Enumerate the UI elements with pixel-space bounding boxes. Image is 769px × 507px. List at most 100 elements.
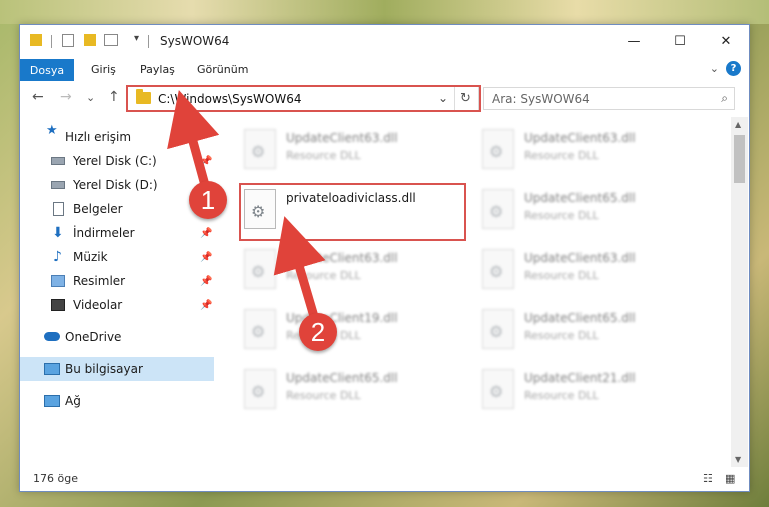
star-icon: ★ [46,123,58,138]
dropdown-icon[interactable]: ▾ [134,33,139,44]
file-item[interactable]: UpdateClient21.dll Resource DLL [475,365,705,415]
close-button[interactable]: ✕ [703,25,749,57]
new-folder-icon[interactable] [84,34,96,46]
nav-item-videos[interactable]: Videolar 📌 [20,293,214,317]
video-icon [51,299,65,311]
file-name: UpdateClient63.dll [286,251,398,265]
nav-item-label: Yerel Disk (C:) [73,154,157,168]
pin-icon: 📌 [200,299,213,311]
nav-item-this-pc[interactable]: Bu bilgisayar [20,357,214,381]
file-list: UpdateClient63.dll Resource DLL privatel… [225,117,730,467]
help-icon[interactable]: ? [726,61,741,76]
nav-item-label: Ağ [65,394,81,408]
file-name: UpdateClient63.dll [524,251,636,265]
ribbon-tabs: Dosya Giriş Paylaş Görünüm ⌄ ? [20,59,749,81]
recent-locations-button[interactable]: ⌄ [86,91,95,104]
nav-item-quick-access[interactable]: ★ Hızlı erişim [20,123,214,149]
file-name: UpdateClient63.dll [286,131,398,145]
tab-file[interactable]: Dosya [20,59,74,81]
vertical-scrollbar[interactable]: ▲ ▼ [731,117,748,467]
status-bar: 176 öge ☷ ▦ [20,467,749,491]
file-type: Resource DLL [524,389,599,402]
file-name: UpdateClient65.dll [524,191,636,205]
customize-toolbar-icon[interactable] [104,34,118,46]
dll-file-icon [482,309,514,349]
dll-file-icon [482,129,514,169]
file-name: UpdateClient65.dll [286,371,398,385]
file-item[interactable]: UpdateClient19.dll Resource DLL [237,305,467,355]
picture-icon [51,275,65,287]
dll-file-icon [482,369,514,409]
file-item[interactable]: UpdateClient63.dll Resource DLL [237,125,467,175]
step-1-badge: 1 [189,181,227,219]
file-item[interactable]: UpdateClient65.dll Resource DLL [237,365,467,415]
nav-item-pictures[interactable]: Resimler 📌 [20,269,214,293]
back-button[interactable]: ← [32,89,44,105]
tab-view[interactable]: Görünüm [197,63,248,76]
annotation-highlight-address [126,85,481,112]
dll-file-icon [244,369,276,409]
nav-item-label: Videolar [73,298,123,312]
pin-icon: 📌 [200,155,213,167]
nav-item-documents[interactable]: Belgeler 📌 [20,197,214,221]
file-item[interactable]: UpdateClient65.dll Resource DLL [475,185,705,235]
maximize-button[interactable]: ☐ [657,25,703,57]
nav-item-label: Belgeler [73,202,123,216]
forward-button[interactable]: → [60,89,72,105]
large-icons-view-icon[interactable]: ▦ [725,472,735,485]
ribbon-expand-icon[interactable]: ⌄ [710,62,719,75]
tab-home[interactable]: Giriş [91,63,116,76]
nav-item-drive-c[interactable]: Yerel Disk (C:) 📌 [20,149,214,173]
nav-item-drive-d[interactable]: Yerel Disk (D:) [20,173,214,197]
network-icon [44,395,60,407]
window-title: SysWOW64 [160,34,230,48]
drive-icon [51,157,65,165]
nav-item-onedrive[interactable]: OneDrive [20,325,214,349]
dll-file-icon [482,189,514,229]
file-item[interactable]: UpdateClient63.dll Resource DLL [475,125,705,175]
file-type: Resource DLL [286,389,361,402]
annotation-highlight-file [239,183,466,241]
up-button[interactable]: ↑ [108,89,120,105]
computer-icon [44,363,60,375]
scrollbar-thumb[interactable] [734,135,745,183]
details-view-icon[interactable]: ☷ [703,472,713,485]
nav-item-network[interactable]: Ağ [20,389,214,413]
pin-icon: 📌 [200,251,213,263]
pin-icon: 📌 [200,275,213,287]
dll-file-icon [244,249,276,289]
search-icon[interactable]: ⌕ [721,91,728,106]
file-name: UpdateClient63.dll [524,131,636,145]
address-row: ← → ⌄ ↑ C:\Windows\SysWOW64 ⌄ ↻ Ara: Sys… [20,81,749,117]
search-input[interactable]: Ara: SysWOW64 ⌕ [483,87,735,110]
scroll-up-icon[interactable]: ▲ [735,120,741,129]
separator [51,35,52,48]
scroll-down-icon[interactable]: ▼ [735,455,741,464]
nav-item-downloads[interactable]: ⬇ İndirmeler 📌 [20,221,214,245]
cloud-icon [44,332,60,341]
nav-item-label: Yerel Disk (D:) [73,178,158,192]
file-item[interactable]: UpdateClient65.dll Resource DLL [475,305,705,355]
tab-share[interactable]: Paylaş [140,63,175,76]
pin-icon: 📌 [200,227,213,239]
file-name: UpdateClient65.dll [524,311,636,325]
nav-item-label: Resimler [73,274,126,288]
download-icon: ⬇ [52,225,64,241]
item-count: 176 öge [33,472,78,485]
nav-item-label: Bu bilgisayar [65,362,143,376]
dll-file-icon [482,249,514,289]
dll-file-icon [244,309,276,349]
nav-item-label: OneDrive [65,330,122,344]
file-item[interactable]: UpdateClient63.dll Resource DLL [237,245,467,295]
music-icon: ♪ [53,249,62,265]
minimize-button[interactable]: — [611,25,657,57]
nav-item-label: İndirmeler [73,226,135,240]
nav-item-music[interactable]: ♪ Müzik 📌 [20,245,214,269]
file-item[interactable]: UpdateClient63.dll Resource DLL [475,245,705,295]
step-2-badge: 2 [299,313,337,351]
file-explorer-window: ▾ SysWOW64 — ☐ ✕ Dosya Giriş Paylaş Görü… [19,24,750,492]
properties-icon[interactable] [62,34,74,47]
desktop-background [0,0,769,24]
dll-file-icon [244,129,276,169]
search-placeholder: Ara: SysWOW64 [492,92,590,106]
